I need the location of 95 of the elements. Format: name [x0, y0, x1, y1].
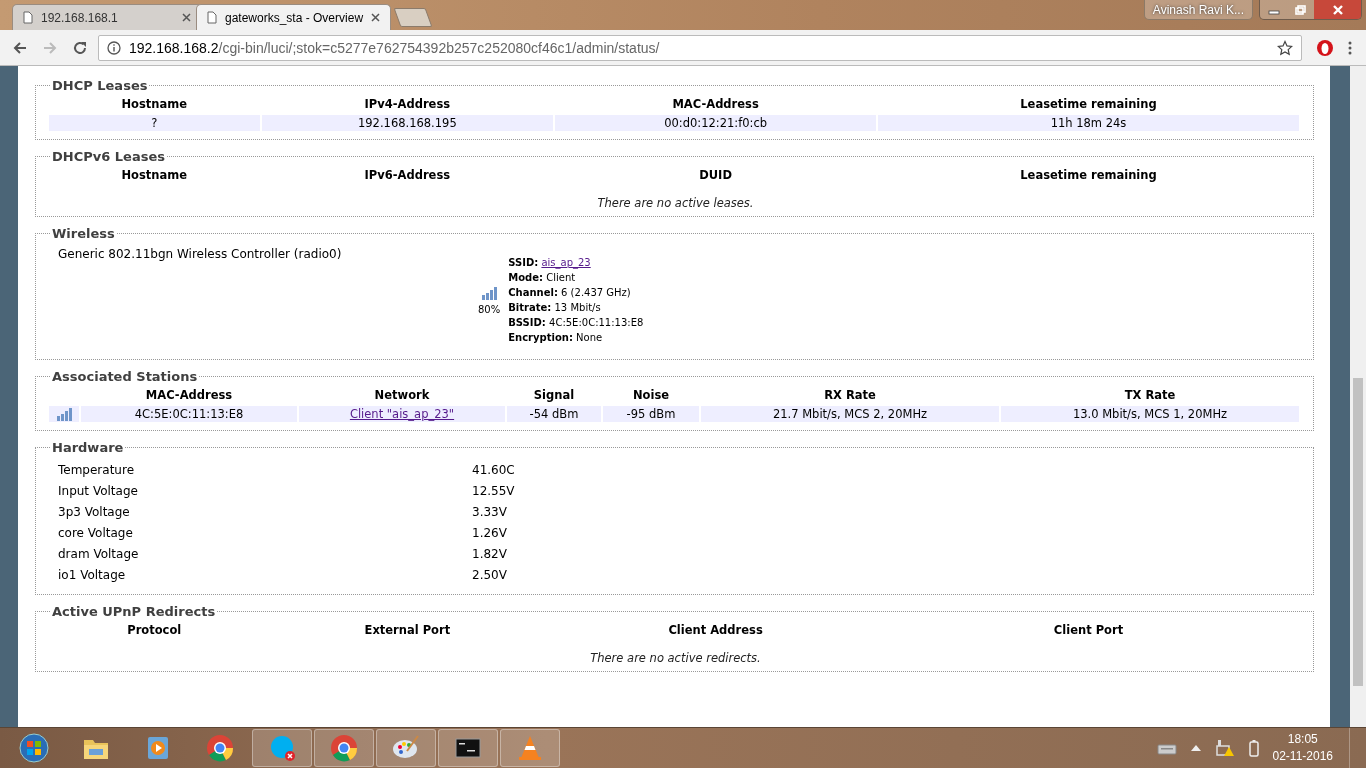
section-title: DHCPv6 Leases [51, 149, 166, 164]
section-title: Wireless [51, 226, 116, 241]
field-label: BSSID: [508, 317, 546, 328]
column-header: DUID [698, 167, 733, 184]
table-cell: 21.7 Mbit/s, MCS 2, 20MHz [701, 406, 999, 422]
close-icon[interactable] [371, 13, 381, 22]
battery-icon[interactable] [1248, 739, 1259, 757]
section-title: DHCP Leases [51, 78, 149, 93]
stop-sign-icon[interactable] [1316, 38, 1334, 57]
field-value: 13 Mbit/s [554, 302, 601, 313]
field-label: Mode: [508, 272, 543, 283]
column-header: Leasetime remaining [1019, 96, 1158, 113]
close-icon[interactable] [182, 13, 191, 22]
network-warning-icon[interactable] [1214, 739, 1235, 757]
section-title: Hardware [51, 440, 125, 455]
clock[interactable]: 18:05 02-11-2016 [1272, 731, 1333, 765]
field-value: 4C:5E:0C:11:13:E8 [549, 317, 644, 328]
empty-message: There are no active redirects. [589, 650, 762, 665]
browser-icon [205, 733, 235, 763]
table-cell: ? [49, 115, 260, 131]
sensor-value: 1.26V [472, 526, 508, 540]
section-title: Associated Stations [51, 369, 199, 384]
reload-icon [72, 39, 88, 56]
scrollbar-thumb[interactable] [1353, 378, 1363, 686]
browser-tab[interactable]: gateworks_sta - Overview [196, 4, 392, 30]
clock-time: 18:05 [1287, 731, 1318, 748]
close-button[interactable] [1314, 0, 1361, 19]
table-cell: 00:d0:12:21:f0:cb [555, 115, 876, 131]
start-orb-icon [19, 733, 49, 763]
restore-icon [1294, 4, 1307, 15]
column-header: Client Address [667, 622, 764, 639]
device-name: Generic 802.11bgn Wireless Controller (radio0) [58, 247, 343, 263]
empty-message: There are no active leases. [596, 195, 755, 210]
field-label: Channel: [508, 287, 558, 298]
column-header: Noise [631, 387, 671, 404]
column-header: Protocol [126, 622, 183, 639]
column-header: External Port [363, 622, 452, 639]
table-cell: 4C:5E:0C:11:13:E8 [81, 406, 297, 422]
column-header: Hostname [120, 167, 189, 184]
back-arrow-icon [12, 39, 28, 56]
column-header: RX Rate [823, 387, 877, 404]
sensor-label: dram Voltage [58, 547, 140, 561]
section-title: Active UPnP Redirects [51, 604, 217, 619]
restore-button[interactable] [1287, 0, 1314, 19]
column-header: Signal [532, 387, 576, 404]
new-tab-button[interactable] [393, 8, 433, 27]
page-icon [23, 11, 33, 24]
page-icon [207, 11, 217, 24]
column-header: MAC-Address [671, 96, 760, 113]
forward-arrow-icon [42, 39, 58, 56]
signal-icon [480, 285, 498, 301]
table-cell: 11h 18m 24s [877, 115, 1299, 131]
sensor-label: Input Voltage [58, 484, 139, 498]
address-bar[interactable]: 192.168.168.2/cgi-bin/luci/;stok=c5277e762754392b257c252080cf46c1/admin/status/ [98, 34, 1302, 61]
sensor-value: 3.33V [472, 505, 508, 519]
field-label: Bitrate: [508, 302, 552, 313]
column-header: Network [373, 387, 431, 404]
browser-icon [329, 733, 359, 763]
sensor-label: core Voltage [58, 526, 134, 540]
tray-arrow-icon[interactable] [1190, 745, 1201, 751]
sensor-value: 1.82V [472, 547, 508, 561]
menu-icon[interactable] [1348, 39, 1352, 56]
column-header: Leasetime remaining [1019, 167, 1158, 184]
column-header: MAC-Address [144, 387, 234, 404]
sensor-label: Temperature [58, 463, 135, 477]
signal-icon [55, 406, 73, 422]
clock-date: 02-11-2016 [1272, 748, 1333, 765]
signal-percent: 80% [478, 303, 501, 315]
scrollbar[interactable] [1350, 66, 1366, 727]
field-value: Client [546, 272, 576, 283]
ssid-link[interactable]: ais_ap_23 [541, 257, 591, 268]
star-icon[interactable] [1277, 39, 1293, 56]
minimize-button[interactable] [1260, 0, 1287, 19]
field-value: None [576, 332, 603, 343]
column-header: IPv6-Address [363, 167, 452, 184]
sensor-value: 41.60C [472, 463, 516, 477]
sensor-label: 3p3 Voltage [58, 505, 131, 519]
field-label: SSID: [508, 257, 539, 268]
info-icon[interactable] [107, 40, 121, 55]
table-cell: -54 dBm [507, 406, 601, 422]
column-header: Hostname [120, 96, 189, 113]
table-cell: 13.0 Mbit/s, MCS 1, 20MHz [1001, 406, 1299, 422]
column-header: IPv4-Address [363, 96, 452, 113]
column-header: TX Rate [1123, 387, 1177, 404]
column-header: Client Port [1052, 622, 1125, 639]
table-cell: 192.168.168.195 [261, 115, 554, 131]
close-icon [1331, 4, 1344, 15]
taskbar-button[interactable] [438, 729, 498, 767]
keyboard-icon[interactable] [1156, 741, 1177, 755]
sensor-value: 12.55V [472, 484, 516, 498]
field-label: Encryption: [508, 332, 573, 343]
table-cell: -95 dBm [603, 406, 699, 422]
sensor-value: 2.50V [472, 568, 508, 582]
field-value: 6 (2.437 GHz) [561, 287, 631, 298]
sensor-label: io1 Voltage [58, 568, 127, 582]
